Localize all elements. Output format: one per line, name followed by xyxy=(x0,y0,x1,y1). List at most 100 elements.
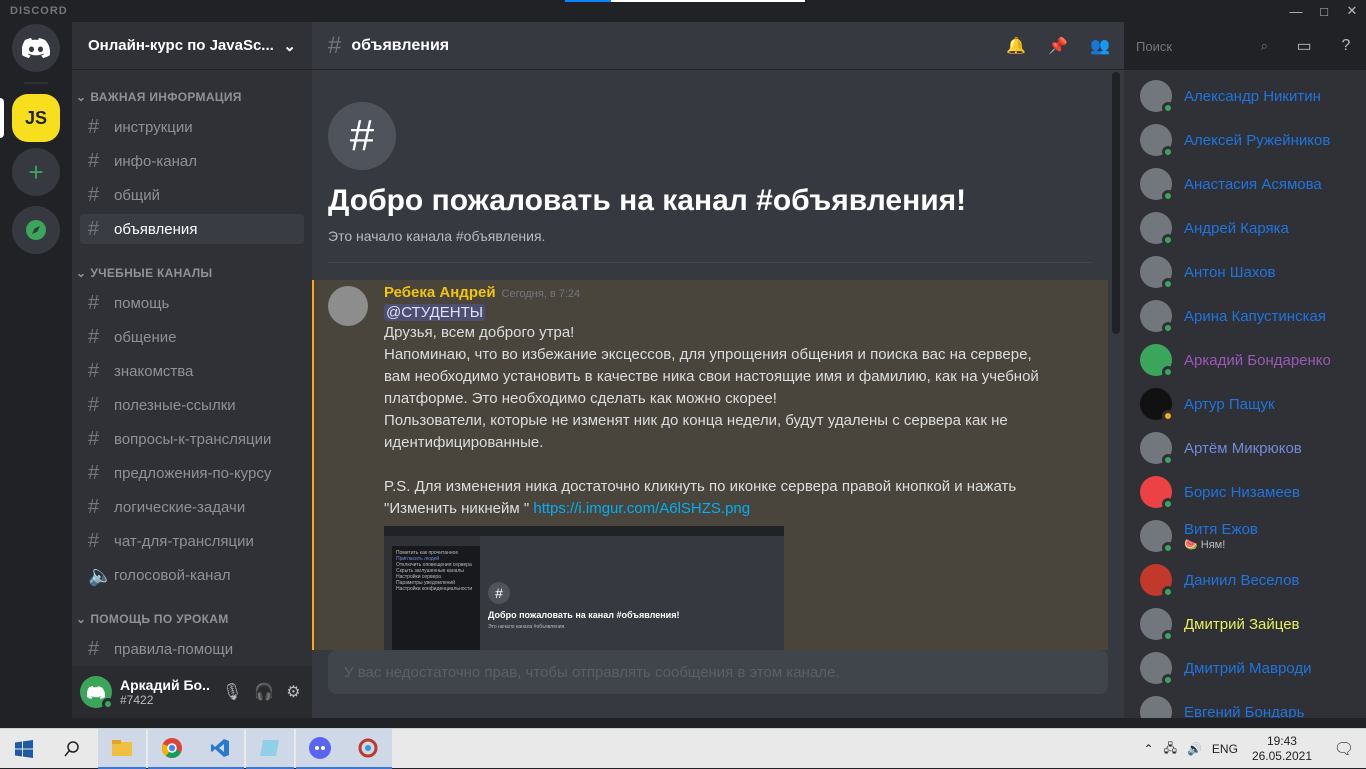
member-item[interactable]: Витя Ежов 🍉 Ням! xyxy=(1140,516,1360,556)
channel-logic[interactable]: # логические-задачи xyxy=(80,492,304,522)
member-name: Борис Низамеев xyxy=(1184,483,1300,501)
channel-help-rules[interactable]: # правила-помощи xyxy=(80,634,304,662)
bell-icon[interactable]: 🔔 xyxy=(1004,34,1028,58)
mention-badge[interactable]: @СТУДЕНТЫ xyxy=(384,304,486,321)
member-activity: 🍉 Ням! xyxy=(1184,539,1226,551)
channel-help[interactable]: # помощь xyxy=(80,288,304,318)
welcome-title: Добро пожаловать на канал #объявления! xyxy=(328,184,967,217)
message-link[interactable]: https://i.imgur.com/A6lSHZS.png xyxy=(533,500,750,517)
home-button[interactable] xyxy=(12,24,60,72)
avatar xyxy=(1140,652,1174,686)
language-indicator[interactable]: ENG xyxy=(1212,742,1238,756)
avatar[interactable] xyxy=(328,286,368,326)
channel-announcements[interactable]: # объявления xyxy=(80,214,304,244)
server-header[interactable]: Онлайн-курс по JavaSc... ⌄ xyxy=(72,22,312,70)
message-line: Пользователи, которые не изменят ник до … xyxy=(384,412,1008,429)
scrollbar[interactable] xyxy=(1112,72,1120,334)
minimize-button[interactable]: — xyxy=(1282,0,1310,22)
member-item[interactable]: Антон Шахов xyxy=(1140,252,1360,292)
avatar xyxy=(1140,608,1174,642)
avatar xyxy=(1140,696,1172,718)
category-important[interactable]: ВАЖНАЯ ИНФОРМАЦИЯ xyxy=(76,90,242,104)
chrome-icon[interactable] xyxy=(148,729,196,769)
channel-intros[interactable]: # знакомства xyxy=(80,356,304,386)
help-icon[interactable]: ? xyxy=(1334,34,1358,58)
search-input[interactable]: Поиск ⌕ xyxy=(1130,34,1274,58)
embed-context-menu: Пометить как прочитанное Пригласить люде… xyxy=(392,546,480,650)
locked-hash-icon: # xyxy=(88,183,100,206)
member-item[interactable]: Артём Микрюков xyxy=(1140,428,1360,468)
header-toolbar: 🔔 📌 👥 Поиск ⌕ ▭ ? xyxy=(1004,22,1358,70)
maximize-button[interactable]: □ xyxy=(1310,0,1338,22)
notepad-icon[interactable] xyxy=(246,729,294,769)
channel-voice[interactable]: 🔈 голосовой-канал xyxy=(80,560,304,590)
member-item[interactable]: Александр Никитин xyxy=(1140,76,1360,116)
member-name: Аркадий Бондаренко xyxy=(1184,351,1331,369)
clock[interactable]: 19:43 26.05.2021 xyxy=(1252,734,1312,764)
close-button[interactable]: ✕ xyxy=(1338,0,1366,22)
pin-icon[interactable]: 📌 xyxy=(1046,34,1070,58)
member-item[interactable]: Борис Низамеев xyxy=(1140,472,1360,512)
message-input[interactable]: У вас недостаточно прав, чтобы отправлят… xyxy=(328,650,1108,694)
channel-instructions[interactable]: # инструкции xyxy=(80,112,304,142)
image-embed[interactable]: Пометить как прочитанное Пригласить люде… xyxy=(384,526,784,650)
paint-icon[interactable] xyxy=(344,729,392,769)
speaker-icon: 🔈 xyxy=(88,564,113,587)
member-item[interactable]: Арина Капустинская xyxy=(1140,296,1360,336)
windows-start-icon[interactable] xyxy=(0,729,48,769)
channel-links[interactable]: # полезные-ссылки xyxy=(80,390,304,420)
channel-stream-chat[interactable]: # чат-для-трансляции xyxy=(80,526,304,556)
notification-icon[interactable]: 🗨 xyxy=(1322,739,1366,759)
discord-taskbar-icon[interactable] xyxy=(296,729,344,769)
member-name: Витя Ежов xyxy=(1184,521,1258,538)
member-name: Арина Капустинская xyxy=(1184,307,1326,325)
inbox-icon[interactable]: ▭ xyxy=(1292,34,1316,58)
add-server-icon[interactable]: + xyxy=(12,148,60,196)
channel-info[interactable]: # инфо-канал xyxy=(80,146,304,176)
divider xyxy=(328,262,1092,263)
app-brand: DISCORD xyxy=(10,5,68,17)
member-name: Дмитрий Зайцев xyxy=(1184,615,1300,633)
message-line: платформе. Это необходимо сделать как мо… xyxy=(384,390,777,407)
category-learning[interactable]: УЧЕБНЫЕ КАНАЛЫ xyxy=(76,266,212,280)
member-item[interactable]: Даниил Веселов xyxy=(1140,560,1360,600)
hash-icon: # xyxy=(88,325,100,348)
headphones-icon[interactable]: 🎧 xyxy=(254,682,274,702)
channel-chat[interactable]: # общение xyxy=(80,322,304,352)
vscode-icon[interactable] xyxy=(196,729,244,769)
message-author[interactable]: Ребека Андрей xyxy=(384,284,496,301)
member-item[interactable]: Анастасия Асямова xyxy=(1140,164,1360,204)
category-lesson-help[interactable]: ПОМОЩЬ ПО УРОКАМ xyxy=(76,612,229,626)
windows-taskbar: ⌃ 🖧 🔊 ENG 19:43 26.05.2021 🗨 xyxy=(0,728,1366,769)
channel-suggestions[interactable]: # предложения-по-курсу xyxy=(80,458,304,488)
member-item[interactable]: Дмитрий Зайцев xyxy=(1140,604,1360,644)
network-icon[interactable]: 🖧 xyxy=(1164,739,1177,760)
avatar xyxy=(1140,256,1174,290)
member-item[interactable]: Артур Пащук xyxy=(1140,384,1360,424)
file-explorer-icon[interactable] xyxy=(98,729,146,769)
system-tray: ⌃ 🖧 🔊 ENG 19:43 26.05.2021 🗨 xyxy=(1144,729,1366,769)
search-icon[interactable] xyxy=(48,729,96,769)
avatar xyxy=(1140,124,1174,158)
hash-icon: # xyxy=(88,291,100,314)
member-item[interactable]: Дмитрий Мавроди xyxy=(1140,648,1360,688)
chevron-up-icon[interactable]: ⌃ xyxy=(1144,742,1154,756)
avatar xyxy=(1140,212,1174,246)
microphone-icon[interactable]: 🎙 xyxy=(222,682,242,702)
compass-icon[interactable] xyxy=(12,206,60,254)
gear-icon[interactable]: ⚙ xyxy=(286,682,300,702)
member-item[interactable]: Андрей Каряка xyxy=(1140,208,1360,248)
username: Аркадий Бо... xyxy=(120,677,210,693)
channel-stream-questions[interactable]: # вопросы-к-трансляции xyxy=(80,424,304,454)
channel-list: ВАЖНАЯ ИНФОРМАЦИЯ #инструкции #инфо-кана… xyxy=(72,70,312,662)
member-item[interactable]: Евгений Бондарь xyxy=(1140,692,1360,718)
channel-general[interactable]: # общий xyxy=(80,180,304,210)
message-line: Друзья, всем доброго утра! xyxy=(384,324,575,341)
member-item[interactable]: Алексей Ружейников xyxy=(1140,120,1360,160)
server-js-course[interactable]: JS xyxy=(12,94,60,142)
members-icon[interactable]: 👥 xyxy=(1088,34,1112,58)
avatar[interactable] xyxy=(80,676,114,710)
member-item[interactable]: Аркадий Бондаренко xyxy=(1140,340,1360,380)
volume-icon[interactable]: 🔊 xyxy=(1187,742,1202,756)
search-icon: ⌕ xyxy=(1260,38,1268,53)
